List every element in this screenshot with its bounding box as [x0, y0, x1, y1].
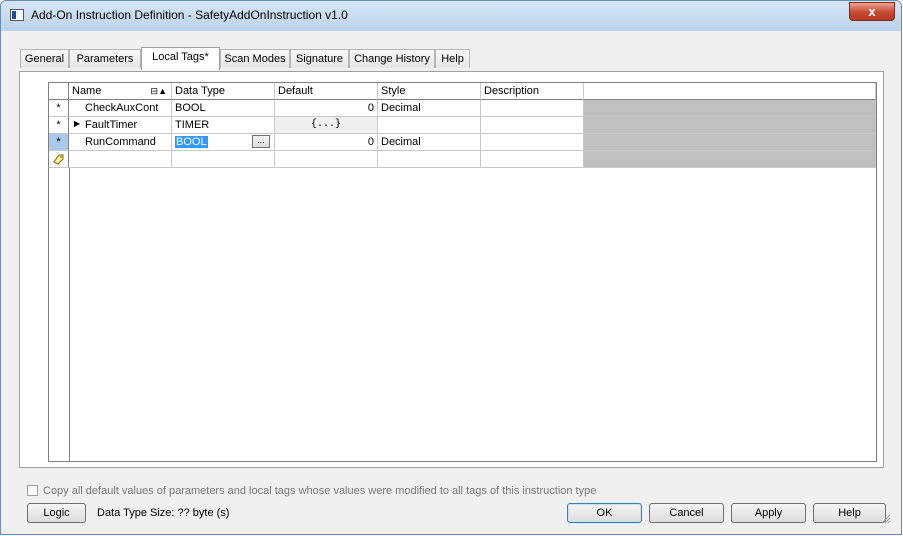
browse-button[interactable]: ...	[252, 135, 270, 148]
column-header-label: Name	[72, 85, 102, 97]
app-icon	[10, 9, 24, 21]
ok-button[interactable]: OK	[567, 503, 642, 523]
table-row[interactable]: * RunCommand BOOL ... 0 Decimal	[49, 134, 876, 151]
tab-general[interactable]: General	[20, 49, 69, 68]
data-type-selected-text[interactable]: BOOL	[175, 136, 208, 148]
data-type-cell[interactable]: BOOL	[172, 100, 275, 117]
default-cell[interactable]: 0	[275, 134, 378, 151]
tab-scan-modes[interactable]: Scan Modes	[220, 49, 290, 68]
data-type-cell[interactable]: TIMER	[172, 117, 275, 134]
local-tags-panel: Name ⊟▲ Data Type Default Style Descript…	[19, 71, 884, 468]
row-header-column	[49, 168, 70, 461]
copy-defaults-label: Copy all default values of parameters an…	[43, 485, 597, 497]
column-header-data-type[interactable]: Data Type	[172, 83, 275, 100]
column-header-name[interactable]: Name ⊟▲	[69, 83, 172, 100]
tag-name-text: FaultTimer	[85, 119, 138, 131]
description-cell[interactable]	[481, 134, 584, 151]
dialog-window: Add-On Instruction Definition - SafetyAd…	[0, 0, 902, 535]
column-header-default[interactable]: Default	[275, 83, 378, 100]
tab-help[interactable]: Help	[435, 49, 470, 68]
filler-cell	[584, 134, 876, 151]
table-row[interactable]: * CheckAuxCont BOOL 0 Decimal	[49, 100, 876, 117]
tab-local-tags[interactable]: Local Tags*	[141, 47, 220, 70]
row-indicator[interactable]: *	[49, 100, 69, 117]
copy-defaults-checkbox[interactable]	[27, 485, 38, 496]
style-cell[interactable]	[378, 151, 481, 168]
row-indicator[interactable]: *	[49, 117, 69, 134]
description-cell[interactable]	[481, 117, 584, 134]
new-tag-icon	[53, 154, 64, 165]
cancel-button[interactable]: Cancel	[649, 503, 724, 523]
style-cell[interactable]: Decimal	[378, 100, 481, 117]
column-header-filler	[584, 83, 876, 100]
grid-header-row: Name ⊟▲ Data Type Default Style Descript…	[49, 83, 876, 100]
copy-defaults-option[interactable]: Copy all default values of parameters an…	[27, 485, 596, 497]
table-row[interactable]: * ▶ FaultTimer TIMER {...}	[49, 117, 876, 134]
tag-name-cell[interactable]: CheckAuxCont	[69, 100, 172, 117]
help-button[interactable]: Help	[813, 503, 886, 523]
column-header-description[interactable]: Description	[481, 83, 584, 100]
data-type-cell[interactable]	[172, 151, 275, 168]
title-bar[interactable]: Add-On Instruction Definition - SafetyAd…	[1, 1, 901, 31]
tab-parameters[interactable]: Parameters	[69, 49, 141, 68]
expand-arrow-icon[interactable]: ▶	[74, 120, 80, 128]
row-indicator[interactable]: *	[49, 134, 69, 151]
dialog-content: General Parameters Local Tags* Scan Mode…	[9, 31, 893, 526]
tab-change-history[interactable]: Change History	[349, 49, 435, 68]
filler-cell	[584, 151, 876, 168]
row-header-corner	[49, 83, 69, 100]
window-title: Add-On Instruction Definition - SafetyAd…	[31, 8, 348, 22]
row-indicator[interactable]	[49, 151, 69, 168]
close-button[interactable]: x	[849, 2, 895, 21]
style-cell[interactable]	[378, 117, 481, 134]
description-cell[interactable]	[481, 151, 584, 168]
tag-name-cell[interactable]: RunCommand	[69, 134, 172, 151]
data-type-cell[interactable]: BOOL ...	[172, 134, 275, 151]
tab-signature[interactable]: Signature	[290, 49, 349, 68]
filler-cell	[584, 100, 876, 117]
column-header-style[interactable]: Style	[378, 83, 481, 100]
data-type-size-status: Data Type Size: ?? byte (s)	[97, 507, 230, 519]
new-row[interactable]	[49, 151, 876, 168]
default-cell[interactable]: {...}	[275, 117, 378, 134]
description-cell[interactable]	[481, 100, 584, 117]
apply-button[interactable]: Apply	[731, 503, 806, 523]
tags-grid: Name ⊟▲ Data Type Default Style Descript…	[48, 82, 877, 462]
style-cell[interactable]: Decimal	[378, 134, 481, 151]
tag-name-cell[interactable]	[69, 151, 172, 168]
sort-asc-icon[interactable]: ⊟▲	[151, 83, 167, 99]
default-cell[interactable]: 0	[275, 100, 378, 117]
logic-button[interactable]: Logic	[27, 503, 86, 523]
resize-grip-icon[interactable]	[881, 514, 891, 524]
filler-cell	[584, 117, 876, 134]
default-cell[interactable]	[275, 151, 378, 168]
tag-name-cell[interactable]: ▶ FaultTimer	[69, 117, 172, 134]
